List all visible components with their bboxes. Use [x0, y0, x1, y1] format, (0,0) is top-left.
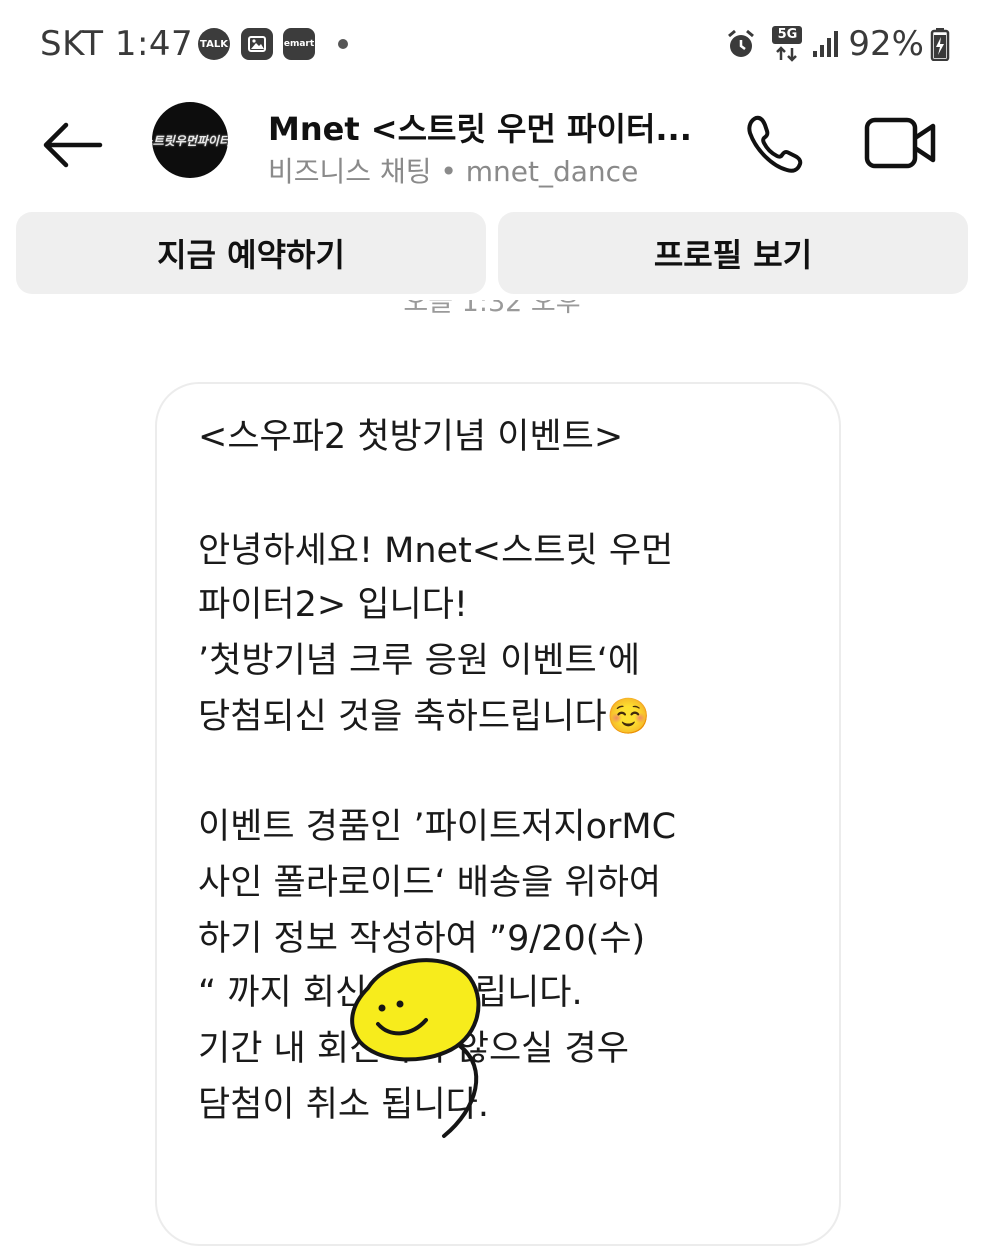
signal-strength-icon — [813, 31, 839, 57]
network-5g-icon: 5G — [772, 26, 803, 62]
smiley-doodle-icon — [350, 958, 481, 1138]
view-profile-button[interactable]: 프로필 보기 — [498, 212, 968, 294]
alarm-icon — [728, 29, 755, 57]
book-now-button[interactable]: 지금 예약하기 — [16, 212, 486, 294]
battery-charging-icon — [930, 28, 950, 61]
message-timestamp: 오늘 1:32 오후 — [403, 300, 581, 318]
chat-title[interactable]: Mnet <스트릿 우먼 파이터... — [268, 104, 692, 150]
avatar[interactable]: 스트릿우먼파이터2 — [152, 102, 228, 178]
message-line: 이벤트 경품인 ’파이트저지orMC — [198, 807, 677, 847]
battery-percent: 92% — [848, 24, 924, 64]
status-right: 5G 92% — [726, 24, 950, 64]
message-line: 사인 폴라로이드‘ 배송을 위하여 — [198, 863, 662, 903]
gallery-notification-icon — [241, 28, 273, 60]
chat-header: 스트릿우먼파이터2 Mnet <스트릿 우먼 파이터... 비즈니스 채팅 • … — [0, 88, 984, 200]
phone-icon — [747, 115, 803, 173]
message-line: 당첨되신 것을 축하드립니다☺️ — [198, 697, 651, 737]
emart-notification-icon: emart — [283, 28, 315, 60]
message-line: <스우파2 첫방기념 이벤트> — [198, 417, 624, 457]
video-camera-icon — [864, 117, 936, 169]
call-button[interactable] — [742, 112, 806, 176]
back-arrow-icon — [43, 122, 103, 168]
status-bar: SKT 1:47 TALK emart 5G 92% — [0, 0, 984, 88]
kakaotalk-notification-icon: TALK — [198, 28, 230, 60]
message-line: 안녕하세요! Mnet<스트릿 우먼 — [198, 531, 674, 571]
message-line: 파이터2> 입니다! — [198, 585, 468, 625]
message-line: ’첫방기념 크루 응원 이벤트‘에 — [198, 641, 641, 681]
more-notifications-dot — [338, 39, 348, 49]
back-button[interactable] — [38, 120, 108, 170]
status-time: SKT 1:47 — [40, 24, 194, 64]
avatar-logo-text: 스트릿우먼파이터2 — [152, 133, 228, 148]
chat-subtitle: 비즈니스 채팅 • mnet_dance — [268, 155, 639, 188]
video-call-button[interactable] — [864, 114, 938, 172]
